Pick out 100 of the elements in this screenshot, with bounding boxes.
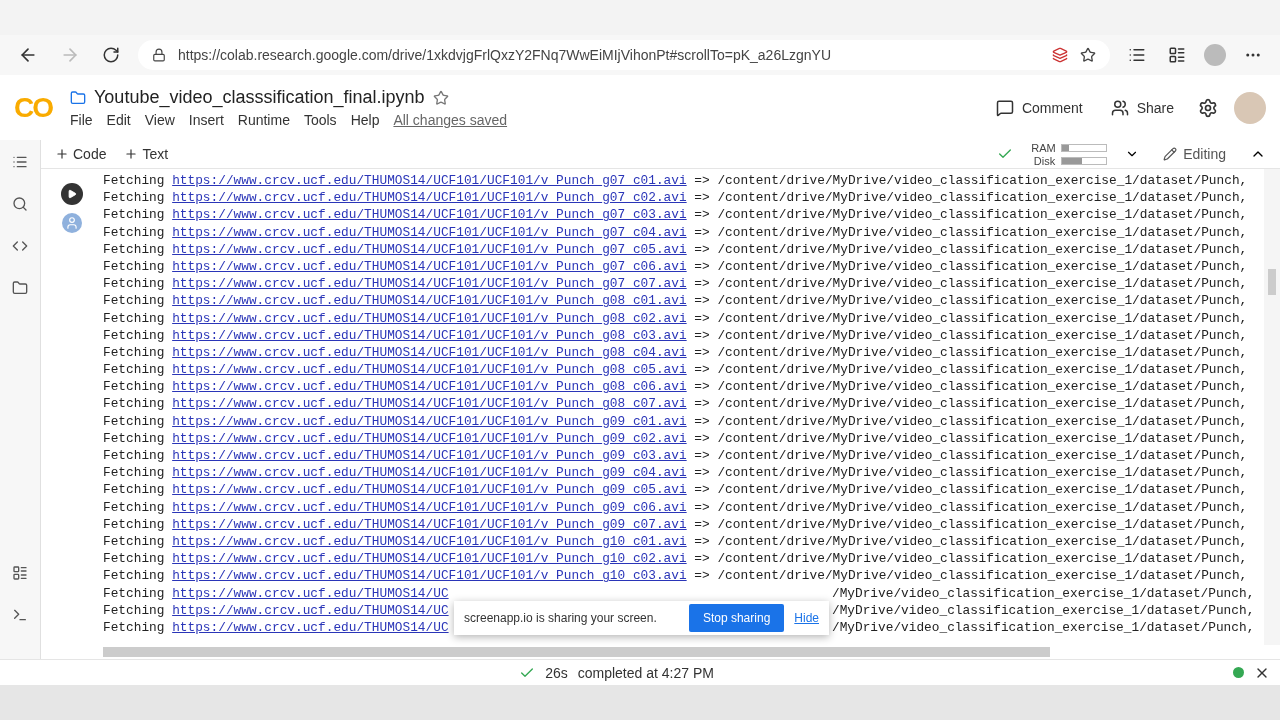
path-text: /content/drive/MyDrive/video_classification_exercise_1/dataset/Punch, <box>717 412 1248 430</box>
url-link[interactable]: https://www.crcv.ucf.edu/THUMOS14/UCF101/UCF101/v_Punch_g09_c03.avi <box>172 447 687 465</box>
url-link[interactable]: https://www.crcv.ucf.edu/THUMOS14/UC <box>172 601 449 619</box>
url-link[interactable]: https://www.crcv.ucf.edu/THUMOS14/UCF101/UCF101/v_Punch_g07_c06.avi <box>172 257 687 276</box>
path-text: /content/drive/MyDrive/video_classification_exercise_1/dataset/Punch, <box>717 532 1248 551</box>
url-link[interactable]: https://www.crcv.ucf.edu/THUMOS14/UCF101/UCF101/v_Punch_g09_c07.avi <box>172 515 687 533</box>
path-text: /content/drive/MyDrive/video_classification_exercise_1/dataset/Punch, <box>717 206 1248 224</box>
url-link[interactable]: https://www.crcv.ucf.edu/THUMOS14/UCF101/UCF101/v_Punch_g09_c02.avi <box>172 429 687 447</box>
arrow-text: => <box>694 464 710 482</box>
url-link[interactable]: https://www.crcv.ucf.edu/THUMOS14/UCF101/UCF101/v_Punch_g07_c02.avi <box>172 189 687 207</box>
url-link[interactable]: https://www.crcv.ucf.edu/THUMOS14/UCF101/UCF101/v_Punch_g08_c04.avi <box>172 343 687 362</box>
menu-item[interactable]: Insert <box>188 112 224 128</box>
path-text: /content/drive/MyDrive/video_classification_exercise_1/dataset/Punch, <box>717 189 1248 207</box>
url-link[interactable]: https://www.crcv.ucf.edu/THUMOS14/UCF101/UCF101/v_Punch_g09_c01.avi <box>172 412 687 430</box>
output-text: Fetching <box>103 378 165 396</box>
url-link[interactable]: https://www.crcv.ucf.edu/THUMOS14/UCF101/UCF101/v_Punch_g07_c07.avi <box>172 275 687 293</box>
path-text: /content/drive/MyDrive/video_classification_exercise_1/dataset/Punch, <box>717 429 1248 447</box>
mode-button[interactable]: Editing <box>1157 145 1232 163</box>
path-text: /content/drive/MyDrive/video_classification_exercise_1/dataset/Punch, <box>717 361 1248 379</box>
url-link[interactable]: https://www.crcv.ucf.edu/THUMOS14/UCF101/UCF101/v_Punch_g07_c05.avi <box>172 240 687 258</box>
output-text: Fetching <box>103 498 165 516</box>
url-link[interactable]: https://www.crcv.ucf.edu/THUMOS14/UCF101/UCF101/v_Punch_g10_c01.avi <box>172 532 687 551</box>
path-text: /content/drive/MyDrive/video_classification_exercise_1/dataset/Punch, <box>717 292 1248 310</box>
notebook-title[interactable]: Youtube_video_classsification_final.ipynb <box>94 87 425 108</box>
address-bar[interactable]: https://colab.research.google.com/drive/1xkdvjgFrlQxzY2FNq7WwEiMIjVihonPt#scrollTo=pK_a26LzgnYU <box>138 40 1110 70</box>
url-link[interactable]: https://www.crcv.ucf.edu/THUMOS14/UC <box>172 584 449 602</box>
arrow-text: => <box>694 412 710 430</box>
url-link[interactable]: https://www.crcv.ucf.edu/THUMOS14/UC <box>172 618 449 637</box>
output-text: Fetching <box>103 567 165 585</box>
arrow-text: => <box>694 550 710 568</box>
path-text: /content/drive/MyDrive/video_classification_exercise_1/dataset/Punch, <box>717 550 1248 568</box>
path-text: /content/drive/MyDrive/video_classification_exercise_1/dataset/Punch, <box>717 309 1248 327</box>
output-text: Fetching <box>103 618 165 637</box>
hide-link[interactable]: Hide <box>794 611 819 625</box>
add-cell-button[interactable]: Code <box>55 146 107 162</box>
output-text: Fetching <box>103 429 165 447</box>
path-text: /content/drive/MyDrive/video_classification_exercise_1/dataset/Punch, <box>717 240 1248 258</box>
output-text: Fetching <box>103 257 165 276</box>
path-text: /content/drive/MyDrive/video_classification_exercise_1/dataset/Punch, <box>717 257 1248 276</box>
arrow-text: => <box>694 567 710 585</box>
duration-text: 26s <box>545 664 568 681</box>
share-button[interactable]: Share <box>1102 94 1182 121</box>
path-text: /MyDrive/video_classification_exercise_1/dataset/Punch, <box>831 601 1255 619</box>
output-text: Fetching <box>103 601 165 619</box>
menu-item[interactable]: View <box>144 112 175 128</box>
path-text: /content/drive/MyDrive/video_classification_exercise_1/dataset/Punch, <box>717 275 1248 293</box>
path-text: /MyDrive/video_classification_exercise_1/dataset/Punch, <box>831 618 1255 637</box>
url-link[interactable]: https://www.crcv.ucf.edu/THUMOS14/UCF101/UCF101/v_Punch_g07_c01.avi <box>172 172 687 190</box>
url-link[interactable]: https://www.crcv.ucf.edu/THUMOS14/UCF101/UCF101/v_Punch_g07_c04.avi <box>172 223 687 241</box>
comment-button[interactable]: Comment <box>987 94 1091 121</box>
path-text: /content/drive/MyDrive/video_classification_exercise_1/dataset/Punch, <box>717 378 1248 396</box>
arrow-text: => <box>694 429 710 447</box>
output-text: Fetching <box>103 447 165 465</box>
url-link[interactable]: https://www.crcv.ucf.edu/THUMOS14/UCF101/UCF101/v_Punch_g08_c02.avi <box>172 309 687 327</box>
menu-item[interactable]: Help <box>350 112 380 128</box>
arrow-text: => <box>694 343 710 362</box>
url-link[interactable]: https://www.crcv.ucf.edu/THUMOS14/UCF101/UCF101/v_Punch_g10_c03.avi <box>172 567 687 585</box>
arrow-text: => <box>694 275 710 293</box>
banner-text: screenapp.io is sharing your screen. <box>464 611 658 625</box>
output-text: Fetching <box>103 532 165 551</box>
url-link[interactable]: https://www.crcv.ucf.edu/THUMOS14/UCF101/UCF101/v_Punch_g08_c07.avi <box>172 395 687 413</box>
arrow-text: => <box>694 206 710 224</box>
url-link[interactable]: https://www.crcv.ucf.edu/THUMOS14/UCF101/UCF101/v_Punch_g10_c02.avi <box>172 550 687 568</box>
url-link[interactable]: https://www.crcv.ucf.edu/THUMOS14/UCF101/UCF101/v_Punch_g09_c06.avi <box>172 498 687 516</box>
url-link[interactable]: https://www.crcv.ucf.edu/THUMOS14/UCF101/UCF101/v_Punch_g08_c01.avi <box>172 292 687 310</box>
arrow-text: => <box>694 395 710 413</box>
arrow-text: => <box>694 292 710 310</box>
menu-item[interactable]: File <box>70 112 93 128</box>
output-text: Fetching <box>103 189 165 207</box>
url-link[interactable]: https://www.crcv.ucf.edu/THUMOS14/UCF101/UCF101/v_Punch_g09_c04.avi <box>172 464 687 482</box>
arrow-text: => <box>694 189 710 207</box>
menu-item[interactable]: Runtime <box>237 112 290 128</box>
stop-sharing-button[interactable]: Stop sharing <box>688 604 785 632</box>
meter-label: Disk <box>1032 154 1056 167</box>
path-text: /MyDrive/video_classification_exercise_1/dataset/Punch, <box>831 584 1255 602</box>
url-link[interactable]: https://www.crcv.ucf.edu/THUMOS14/UCF101/UCF101/v_Punch_g08_c06.avi <box>172 378 687 396</box>
arrow-text: => <box>694 172 710 190</box>
arrow-text: => <box>694 532 710 551</box>
url-link[interactable]: https://www.crcv.ucf.edu/THUMOS14/UCF101/UCF101/v_Punch_g08_c03.avi <box>172 326 687 344</box>
url-link[interactable]: https://www.crcv.ucf.edu/THUMOS14/UCF101/UCF101/v_Punch_g07_c03.avi <box>172 206 687 224</box>
output-text: Fetching <box>103 223 165 241</box>
save-status-link[interactable]: All changes saved <box>393 112 508 128</box>
url-link[interactable]: https://www.crcv.ucf.edu/THUMOS14/UCF101/UCF101/v_Punch_g09_c05.avi <box>172 481 687 499</box>
path-text: /content/drive/MyDrive/video_classification_exercise_1/dataset/Punch, <box>717 223 1248 241</box>
output-text: Fetching <box>103 464 165 482</box>
path-text: /content/drive/MyDrive/video_classification_exercise_1/dataset/Punch, <box>717 498 1248 516</box>
menu-item[interactable]: Tools <box>303 112 337 128</box>
path-text: /content/drive/MyDrive/video_classification_exercise_1/dataset/Punch, <box>717 567 1248 585</box>
url-link[interactable]: https://www.crcv.ucf.edu/THUMOS14/UCF101/UCF101/v_Punch_g08_c05.avi <box>172 361 687 379</box>
add-cell-button[interactable]: Text <box>124 146 169 162</box>
arrow-text: => <box>694 223 710 241</box>
path-text: /content/drive/MyDrive/video_classification_exercise_1/dataset/Punch, <box>717 326 1248 344</box>
colab-logo: CO <box>14 91 54 124</box>
menu-item[interactable]: Edit <box>106 112 131 128</box>
output-text: Fetching <box>103 206 165 224</box>
arrow-text: => <box>694 240 710 258</box>
output-text: Fetching <box>103 481 165 499</box>
output-text: Fetching <box>103 395 165 413</box>
output-text: Fetching <box>103 515 165 533</box>
arrow-text: => <box>694 326 710 344</box>
